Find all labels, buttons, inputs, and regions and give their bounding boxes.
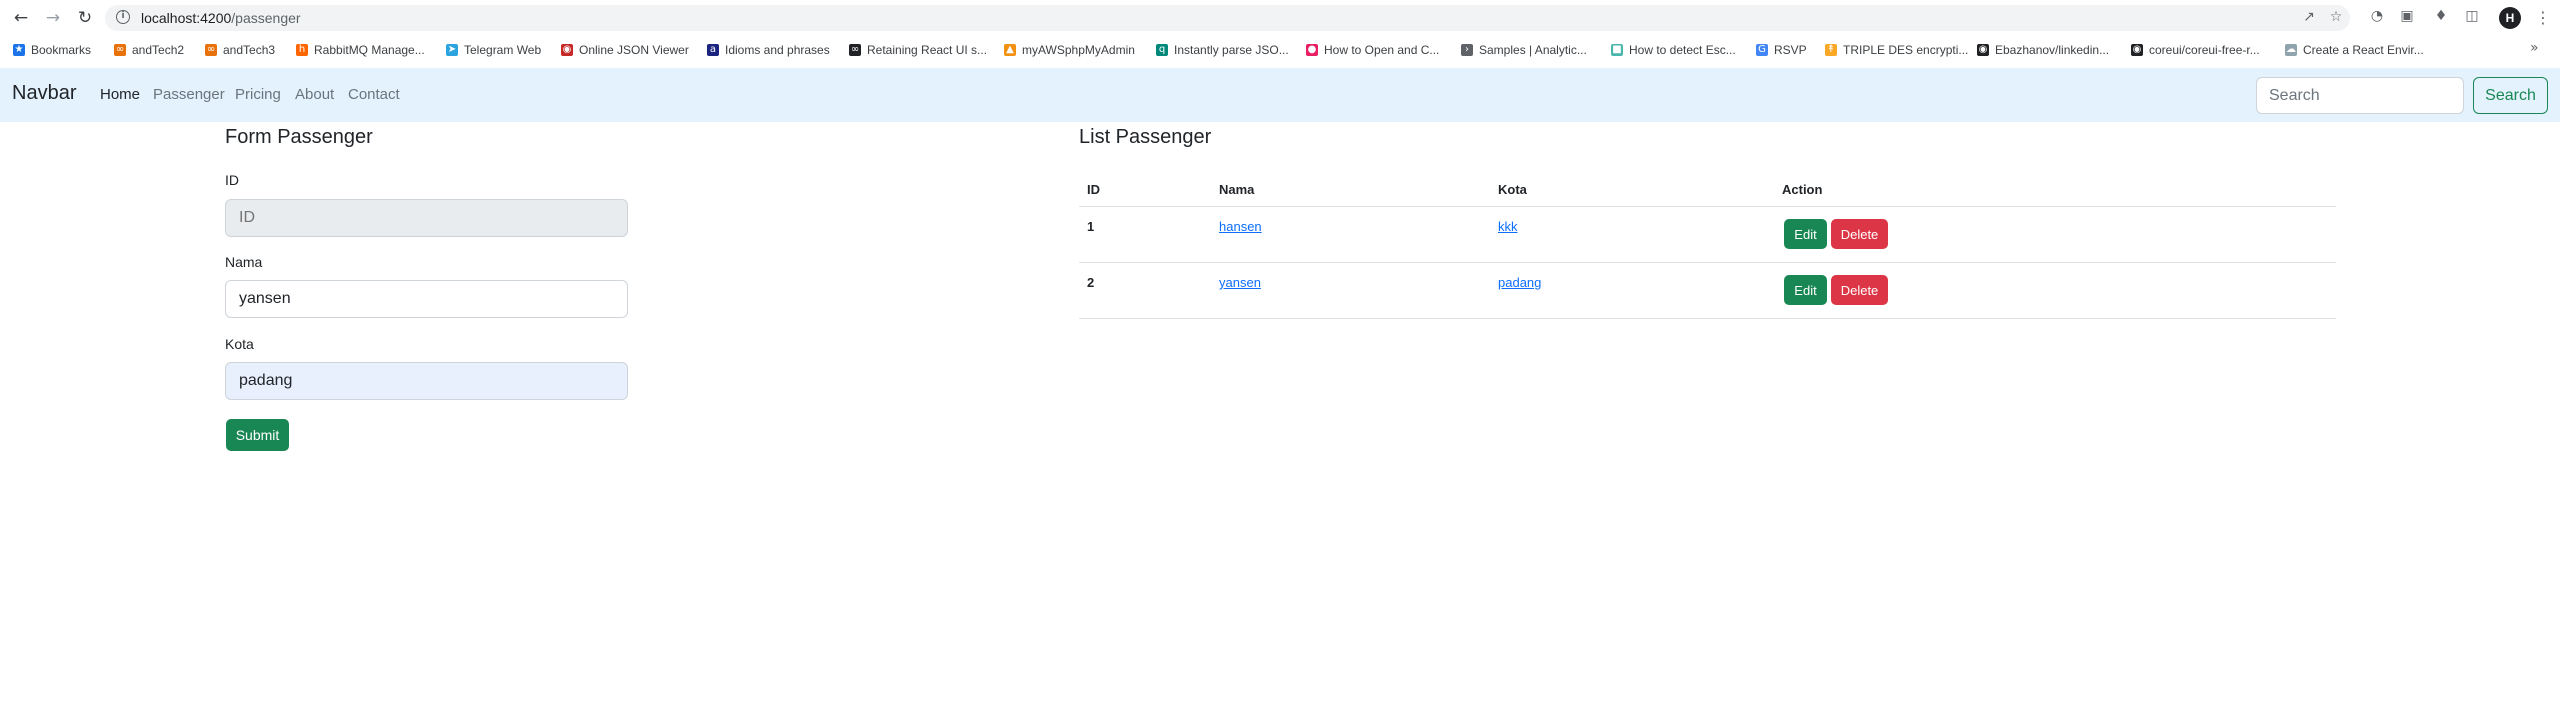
cell-id: 2	[1087, 275, 1095, 290]
header-id: ID	[1087, 182, 1100, 197]
star-icon: ★	[13, 44, 25, 56]
phpmyadmin-icon: ▲	[1004, 44, 1016, 56]
cell-id: 1	[1087, 219, 1095, 234]
nav-link-about[interactable]: About	[295, 86, 334, 103]
bookmark-star-icon[interactable]: ☆	[2327, 9, 2345, 27]
form-title: Form Passenger	[225, 126, 373, 148]
search-input[interactable]	[2256, 77, 2464, 114]
quicktype-icon: q	[1156, 44, 1168, 56]
table-row: 2 yansen padang Edit Delete	[1079, 263, 2336, 319]
bookmark-item[interactable]: ∞ andTech2	[114, 41, 184, 59]
delete-button[interactable]: Delete	[1831, 275, 1888, 305]
bookmarks-overflow-icon[interactable]: »	[2530, 40, 2539, 56]
github-icon: ◉	[1977, 44, 1989, 56]
andtech-icon: ∞	[205, 44, 217, 56]
cloud-icon: ☁	[2285, 44, 2297, 56]
back-arrow-icon[interactable]: ←	[11, 8, 31, 28]
extension-image-icon[interactable]: ▣	[2398, 8, 2416, 26]
browser-toolbar: ← → ↻ i localhost:4200/passenger ↗ ☆ ◔ ▣…	[0, 0, 2560, 35]
list-title: List Passenger	[1079, 126, 1212, 148]
app-navbar: Navbar Home Passenger Pricing About Cont…	[0, 68, 2560, 122]
andtech-icon: ∞	[114, 44, 126, 56]
forward-arrow-icon[interactable]: →	[43, 8, 63, 28]
bookmark-item[interactable]: ◉ Online JSON Viewer	[561, 41, 689, 59]
url-text[interactable]: localhost:4200/passenger	[141, 10, 301, 26]
nav-link-home[interactable]: Home	[100, 86, 140, 103]
cell-kota-link[interactable]: padang	[1498, 275, 1541, 290]
circle-red-icon: ●	[1306, 44, 1318, 56]
reload-icon[interactable]: ↻	[75, 8, 95, 28]
site-info-icon[interactable]: i	[116, 10, 130, 24]
search-button[interactable]: Search	[2473, 77, 2548, 114]
more-menu-icon[interactable]: ⋮	[2535, 7, 2551, 29]
bookmark-item[interactable]: › Samples | Analytic...	[1461, 41, 1587, 59]
delete-button[interactable]: Delete	[1831, 219, 1888, 249]
table-row: 1 hansen kkk Edit Delete	[1079, 207, 2336, 263]
nav-link-pricing[interactable]: Pricing	[235, 86, 281, 103]
submit-button[interactable]: Submit	[226, 419, 289, 451]
bookmark-item[interactable]: ∞ Retaining React UI s...	[849, 41, 987, 59]
google-icon: G	[1756, 44, 1768, 56]
bookmark-item[interactable]: ● How to Open and C...	[1306, 41, 1439, 59]
extension-circle-icon[interactable]: ◔	[2368, 8, 2386, 26]
green-square-icon: ■	[1611, 44, 1623, 56]
header-action: Action	[1782, 182, 1823, 197]
browser-chrome: ← → ↻ i localhost:4200/passenger ↗ ☆ ◔ ▣…	[0, 0, 2560, 68]
cell-nama-link[interactable]: yansen	[1219, 275, 1261, 290]
bookmark-item[interactable]: ■ How to detect Esc...	[1611, 41, 1736, 59]
cell-kota-link[interactable]: kkk	[1498, 219, 1518, 234]
github-icon: ◉	[2131, 44, 2143, 56]
rabbitmq-icon: h	[296, 44, 308, 56]
telegram-icon: ➤	[446, 44, 458, 56]
address-bar[interactable]: i localhost:4200/passenger ↗ ☆	[105, 5, 2350, 31]
header-nama: Nama	[1219, 182, 1255, 197]
header-kota: Kota	[1498, 182, 1527, 197]
bookmark-item[interactable]: ◉ coreui/coreui-free-r...	[2131, 41, 2260, 59]
nav-link-passenger[interactable]: Passenger	[153, 86, 225, 103]
kota-label: Kota	[225, 336, 254, 352]
infinity-icon: ∞	[849, 44, 861, 56]
bookmark-item[interactable]: ➤ Telegram Web	[446, 41, 541, 59]
nama-label: Nama	[225, 254, 263, 270]
table-header-row: ID Nama Kota Action	[1079, 172, 2336, 207]
bookmarks-bar: ★ Bookmarks ∞ andTech2 ∞ andTech3 h RabbitMQ…	[0, 37, 2560, 63]
side-panel-icon[interactable]: ◫	[2463, 8, 2481, 26]
bookmark-item[interactable]: ☁ Create a React Envir...	[2285, 41, 2424, 59]
cell-nama-link[interactable]: hansen	[1219, 219, 1262, 234]
json-viewer-icon: ◉	[561, 44, 573, 56]
edit-button[interactable]: Edit	[1784, 275, 1827, 305]
bookmark-item[interactable]: q Instantly parse JSO...	[1156, 41, 1289, 59]
tripledes-icon: ↟	[1825, 44, 1837, 56]
kota-field[interactable]	[225, 362, 628, 400]
bookmark-item[interactable]: h RabbitMQ Manage...	[296, 41, 425, 59]
nama-field[interactable]	[225, 280, 628, 318]
bookmark-item[interactable]: ★ Bookmarks	[13, 41, 91, 59]
id-field[interactable]	[225, 199, 628, 237]
share-icon[interactable]: ↗	[2300, 9, 2318, 27]
bookmark-item[interactable]: G RSVP	[1756, 41, 1807, 59]
id-label: ID	[225, 172, 239, 188]
navbar-brand[interactable]: Navbar	[12, 82, 76, 105]
idioms-icon: a	[707, 44, 719, 56]
profile-avatar[interactable]: H	[2499, 7, 2521, 29]
bookmark-item[interactable]: ▲ myAWSphpMyAdmin	[1004, 41, 1135, 59]
bookmark-item[interactable]: ◉ Ebazhanov/linkedin...	[1977, 41, 2109, 59]
nav-link-contact[interactable]: Contact	[348, 86, 400, 103]
extensions-puzzle-icon[interactable]: ♦	[2432, 8, 2450, 26]
bookmark-item[interactable]: ↟ TRIPLE DES encrypti...	[1825, 41, 1968, 59]
bookmark-item[interactable]: ∞ andTech3	[205, 41, 275, 59]
edit-button[interactable]: Edit	[1784, 219, 1827, 249]
bookmark-item[interactable]: a Idioms and phrases	[707, 41, 830, 59]
analytics-icon: ›	[1461, 44, 1473, 56]
